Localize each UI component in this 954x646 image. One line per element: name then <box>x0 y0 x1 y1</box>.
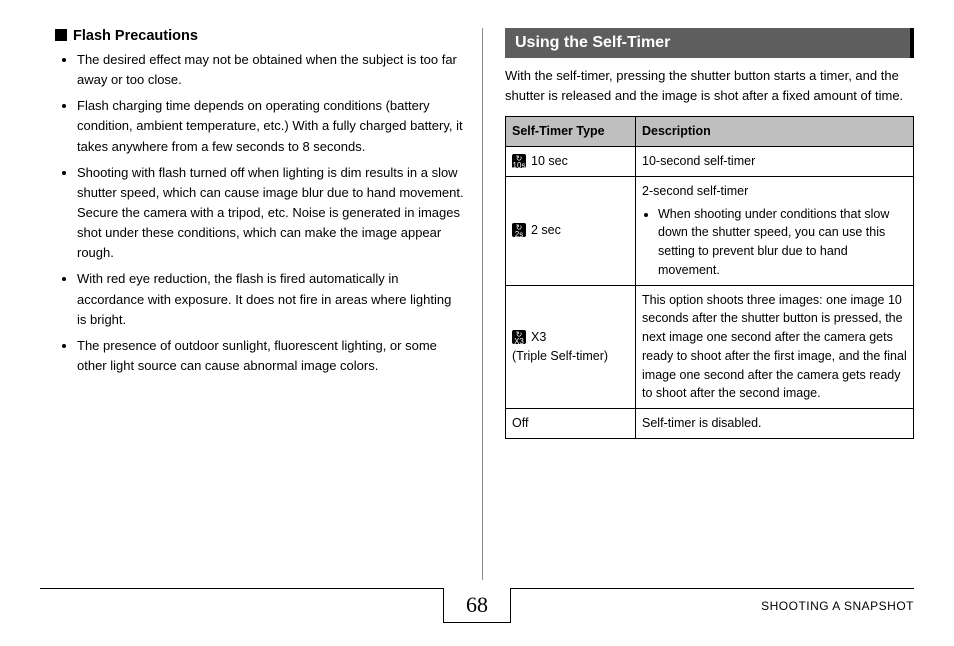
list-item: When shooting under conditions that slow… <box>658 205 907 280</box>
type-cell: X3 X3 (Triple Self-timer) <box>506 285 636 409</box>
col-header-desc: Description <box>636 117 914 147</box>
square-bullet-icon <box>55 29 67 41</box>
type-label: 10 sec <box>531 154 568 168</box>
left-column: Flash Precautions The desired effect may… <box>55 28 482 580</box>
desc-cell: 10-second self-timer <box>636 147 914 177</box>
right-column: Using the Self-Timer With the self-timer… <box>482 28 914 580</box>
desc-cell: This option shoots three images: one ima… <box>636 285 914 409</box>
timer-icon: 2s <box>512 223 526 237</box>
list-item: The presence of outdoor sunlight, fluore… <box>77 336 464 376</box>
page-footer: 68 SHOOTING A SNAPSHOT <box>40 588 914 632</box>
list-item: With red eye reduction, the flash is fir… <box>77 269 464 329</box>
list-item: Shooting with flash turned off when ligh… <box>77 163 464 264</box>
timer-icon: X3 <box>512 330 526 344</box>
desc-sublist: When shooting under conditions that slow… <box>642 205 907 280</box>
desc-lead: 2-second self-timer <box>642 184 748 198</box>
page-content: Flash Precautions The desired effect may… <box>0 0 954 580</box>
type-label: 2 sec <box>531 223 561 237</box>
page-number: 68 <box>443 588 511 623</box>
table-row: 10s 10 sec 10-second self-timer <box>506 147 914 177</box>
table-row: 2s 2 sec 2-second self-timer When shootin… <box>506 176 914 285</box>
self-timer-table: Self-Timer Type Description 10s 10 sec 10… <box>505 116 914 439</box>
table-header-row: Self-Timer Type Description <box>506 117 914 147</box>
footer-section-label: SHOOTING A SNAPSHOT <box>761 589 914 613</box>
section-title-bar: Using the Self-Timer <box>505 28 914 58</box>
type-sub: (Triple Self-timer) <box>512 349 608 363</box>
table-row: Off Self-timer is disabled. <box>506 409 914 439</box>
flash-precautions-heading: Flash Precautions <box>55 28 464 44</box>
type-cell: Off <box>506 409 636 439</box>
desc-cell: Self-timer is disabled. <box>636 409 914 439</box>
table-row: X3 X3 (Triple Self-timer) This option sho… <box>506 285 914 409</box>
timer-icon: 10s <box>512 154 526 168</box>
list-item: The desired effect may not be obtained w… <box>77 50 464 90</box>
type-label: X3 <box>531 330 546 344</box>
precautions-list: The desired effect may not be obtained w… <box>55 50 464 376</box>
desc-cell: 2-second self-timer When shooting under … <box>636 176 914 285</box>
col-header-type: Self-Timer Type <box>506 117 636 147</box>
heading-text: Flash Precautions <box>73 28 198 44</box>
type-cell: 10s 10 sec <box>506 147 636 177</box>
intro-text: With the self-timer, pressing the shutte… <box>505 66 914 106</box>
type-cell: 2s 2 sec <box>506 176 636 285</box>
list-item: Flash charging time depends on operating… <box>77 96 464 156</box>
